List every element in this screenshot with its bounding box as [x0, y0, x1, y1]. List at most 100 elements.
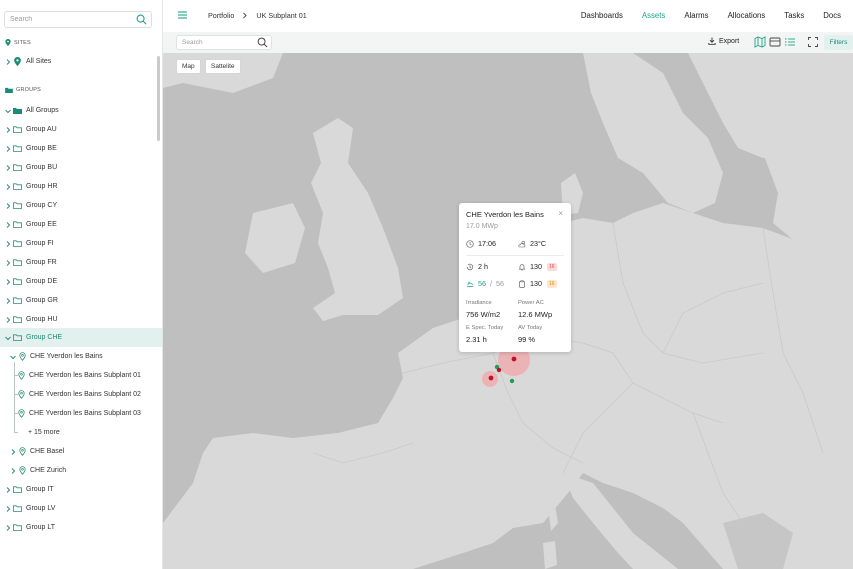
- sidebar-item-group[interactable]: Group BE: [0, 139, 162, 158]
- sidebar-item-all-sites[interactable]: All Sites: [0, 52, 162, 71]
- tasks-badge: 16: [547, 279, 557, 288]
- fullscreen-icon[interactable]: [807, 36, 819, 48]
- chevron-right-icon[interactable]: [4, 183, 12, 191]
- chevron-right-icon[interactable]: [4, 240, 12, 248]
- sidebar-item-group-che[interactable]: Group CHE: [0, 328, 162, 347]
- chevron-right-icon[interactable]: [4, 145, 12, 153]
- sidebar-item-group[interactable]: Group LT: [0, 518, 162, 537]
- bell-icon: [518, 263, 526, 270]
- sidebar-scrollbar[interactable]: [157, 56, 160, 141]
- export-button[interactable]: Export: [708, 37, 739, 45]
- site-marker-red[interactable]: [488, 375, 494, 381]
- sidebar-item-label: Group FI: [26, 240, 54, 247]
- sidebar-item-che-yverdon[interactable]: CHE Yverdon les Bains: [0, 347, 162, 366]
- sidebar-item-label: Group LT: [26, 524, 56, 531]
- sidebar-item-group[interactable]: Group IT: [0, 480, 162, 499]
- card-view-icon[interactable]: [769, 36, 781, 48]
- popup-divider: [466, 255, 564, 256]
- chevron-right-icon[interactable]: [4, 486, 12, 494]
- site-marker-green[interactable]: [509, 378, 515, 384]
- folder-icon: [5, 87, 13, 93]
- folder-outline-icon: [13, 221, 22, 228]
- sidebar-item-group[interactable]: Group AU: [0, 120, 162, 139]
- sidebar-item-che-site[interactable]: CHE Zurich: [0, 461, 162, 480]
- site-marker-red[interactable]: [511, 356, 517, 362]
- breadcrumb-portfolio[interactable]: Portfolio: [208, 11, 234, 20]
- folder-outline-icon: [13, 164, 22, 171]
- chevron-right-icon[interactable]: [4, 259, 12, 267]
- sidebar-item-label: CHE Yverdon les Bains Subplant 02: [29, 391, 141, 398]
- chevron-right-icon[interactable]: [4, 126, 12, 134]
- list-view-icon[interactable]: [784, 36, 796, 48]
- breadcrumb: Portfolio UK Subplant 01: [208, 11, 307, 20]
- popup-time: 17:06: [466, 239, 496, 248]
- sidebar-item-group[interactable]: Group DE: [0, 272, 162, 291]
- sidebar-item-label: CHE Yverdon les Bains Subplant 03: [29, 410, 141, 417]
- chevron-down-icon[interactable]: [4, 107, 12, 115]
- sidebar-item-label: Group GR: [26, 297, 58, 304]
- sidebar-item-label: Group BU: [26, 164, 58, 171]
- sidebar-item-label: Group EE: [26, 221, 57, 228]
- chevron-right-icon[interactable]: [4, 278, 12, 286]
- sidebar-item-group[interactable]: Group HU: [0, 310, 162, 329]
- sidebar-item-subplant[interactable]: CHE Yverdon les Bains Subplant 03: [0, 404, 162, 423]
- chevron-right-icon[interactable]: [4, 202, 12, 210]
- sidebar-item-group[interactable]: Group BU: [0, 158, 162, 177]
- pin-icon: [5, 39, 11, 46]
- breadcrumb-current[interactable]: UK Subplant 01: [256, 11, 306, 20]
- filters-button[interactable]: Filters: [824, 35, 853, 50]
- site-marker-red[interactable]: [496, 367, 502, 373]
- chevron-right-icon[interactable]: [4, 221, 12, 229]
- sidebar-item-group[interactable]: Group HR: [0, 177, 162, 196]
- map-search[interactable]: [176, 35, 272, 50]
- search-icon[interactable]: [257, 37, 268, 48]
- chevron-right-icon[interactable]: [4, 316, 12, 324]
- folder-outline-icon: [13, 183, 22, 190]
- main-nav: Dashboards Assets Alarms Allocations Tas…: [581, 11, 841, 20]
- close-icon[interactable]: ×: [558, 209, 563, 218]
- map-search-input[interactable]: [177, 36, 255, 49]
- sidebar-item-group[interactable]: Group LV: [0, 499, 162, 518]
- nav-assets[interactable]: Assets: [642, 11, 665, 20]
- sidebar-item-group[interactable]: Group CY: [0, 196, 162, 215]
- chevron-right-icon: [243, 12, 248, 19]
- sidebar-item-che-site[interactable]: CHE Basel: [0, 442, 162, 461]
- clipboard-icon: [519, 279, 525, 288]
- map-view-icon[interactable]: [754, 36, 766, 48]
- sidebar-search-input[interactable]: [5, 12, 130, 27]
- chevron-down-icon[interactable]: [9, 353, 17, 361]
- av-value: 99 %: [518, 335, 536, 344]
- sites-section-label: SITES: [5, 39, 31, 46]
- sidebar-item-all-groups[interactable]: All Groups: [0, 101, 162, 120]
- nav-tasks[interactable]: Tasks: [784, 11, 804, 20]
- sidebar-item-subplant[interactable]: CHE Yverdon les Bains Subplant 02: [0, 385, 162, 404]
- nav-docs[interactable]: Docs: [823, 11, 841, 20]
- cloud-sun-icon: [518, 240, 526, 247]
- chevron-right-icon[interactable]: [4, 297, 12, 305]
- sidebar-item-group[interactable]: Group FI: [0, 234, 162, 253]
- sidebar-item-group[interactable]: Group FR: [0, 253, 162, 272]
- chevron-right-icon[interactable]: [4, 58, 12, 66]
- map-canvas[interactable]: Map Sattelite CHE Yverdon les Bains × 17…: [163, 53, 853, 569]
- chevron-down-icon[interactable]: [4, 334, 12, 342]
- search-icon[interactable]: [136, 14, 147, 25]
- chevron-right-icon[interactable]: [4, 505, 12, 513]
- sidebar-item-more[interactable]: + 15 more: [0, 423, 162, 442]
- nav-dashboards[interactable]: Dashboards: [581, 11, 623, 20]
- chevron-right-icon[interactable]: [9, 467, 17, 475]
- nav-allocations[interactable]: Allocations: [728, 11, 766, 20]
- nav-alarms[interactable]: Alarms: [684, 11, 708, 20]
- sidebar: SITES All Sites GROUPS All Groups Group …: [0, 0, 163, 569]
- sidebar-item-label: CHE Basel: [30, 448, 65, 455]
- chevron-right-icon[interactable]: [4, 524, 12, 532]
- sidebar-item-group[interactable]: Group EE: [0, 215, 162, 234]
- sidebar-item-group[interactable]: Group GR: [0, 291, 162, 310]
- chevron-right-icon[interactable]: [9, 448, 17, 456]
- hamburger-menu-icon[interactable]: [177, 10, 188, 20]
- sidebar-item-subplant[interactable]: CHE Yverdon les Bains Subplant 01: [0, 366, 162, 385]
- pin-outline-icon: [19, 447, 26, 456]
- sidebar-item-label: Group CY: [26, 202, 58, 209]
- sidebar-search[interactable]: [4, 11, 152, 28]
- chevron-right-icon[interactable]: [4, 164, 12, 172]
- top-bar: Portfolio UK Subplant 01 Dashboards Asse…: [163, 0, 853, 32]
